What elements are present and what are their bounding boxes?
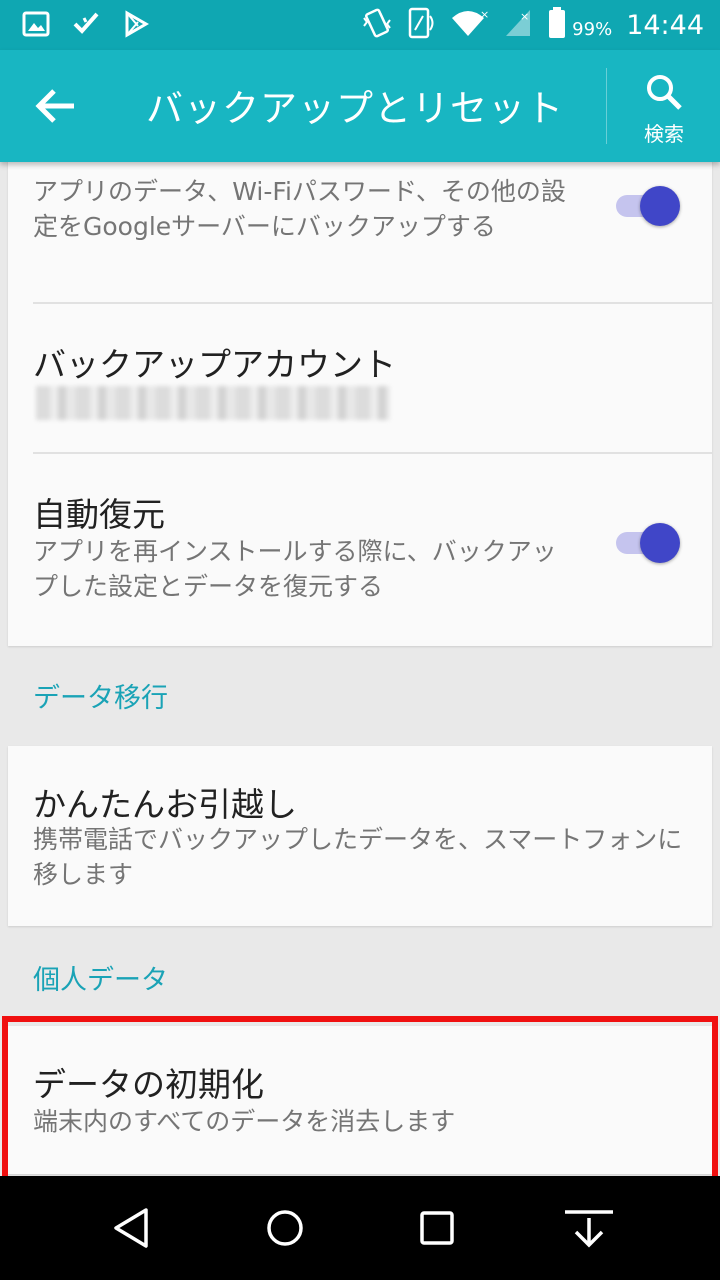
download-check-icon bbox=[72, 10, 100, 42]
rotate-icon bbox=[406, 6, 436, 44]
back-arrow-icon[interactable] bbox=[34, 86, 78, 126]
section-header-data-transfer: データ移行 bbox=[33, 683, 168, 714]
svg-text:×: × bbox=[480, 8, 489, 21]
wifi-icon: × bbox=[450, 6, 490, 44]
auto-restore-toggle[interactable] bbox=[612, 520, 684, 566]
easy-move-subtitle: 携帯電話でバックアップしたデータを、スマートフォンに移します bbox=[33, 825, 683, 889]
easy-move-title: かんたんお引越し bbox=[33, 785, 297, 824]
clock: 14:44 bbox=[626, 9, 704, 41]
data-backup-subtitle: アプリのデータ、Wi-Fiパスワード、その他の設定をGoogleサーバーにバック… bbox=[33, 177, 566, 241]
toggle-thumb bbox=[640, 186, 680, 226]
svg-text:×: × bbox=[520, 10, 529, 23]
data-backup-toggle[interactable] bbox=[612, 183, 684, 229]
vibrate-icon bbox=[362, 6, 392, 44]
toggle-thumb bbox=[640, 523, 680, 563]
navigation-bar bbox=[0, 1176, 720, 1280]
redacted-account-email bbox=[36, 386, 390, 420]
highlight-box bbox=[2, 1016, 718, 1176]
home-circle-icon[interactable] bbox=[260, 1206, 310, 1250]
backup-account-title: バックアップアカウント bbox=[33, 345, 396, 384]
data-backup-item[interactable]: アプリのデータ、Wi-Fiパスワード、その他の設定をGoogleサーバーにバック… bbox=[8, 162, 712, 304]
backup-account-item[interactable]: バックアップアカウント bbox=[8, 304, 712, 454]
back-triangle-icon[interactable] bbox=[108, 1206, 158, 1250]
section-header-personal-data: 個人データ bbox=[33, 965, 168, 996]
backup-card: アプリのデータ、Wi-Fiパスワード、その他の設定をGoogleサーバーにバック… bbox=[8, 162, 712, 646]
battery-percent: 99% bbox=[572, 18, 613, 40]
status-bar: × × 99% 14:44 bbox=[0, 0, 720, 50]
search-icon bbox=[647, 75, 682, 110]
image-icon bbox=[22, 10, 50, 42]
app-bar: バックアップとリセット 検索 bbox=[0, 50, 720, 162]
play-store-icon bbox=[122, 10, 150, 42]
signal-icon: × bbox=[504, 6, 534, 44]
auto-restore-item[interactable]: 自動復元 アプリを再インストールする際に、バックアップした設定とデータを復元する bbox=[8, 454, 712, 646]
search-button[interactable]: 検索 bbox=[612, 72, 716, 152]
recents-square-icon[interactable] bbox=[412, 1206, 462, 1250]
page-title: バックアップとリセット bbox=[146, 87, 564, 130]
settings-list[interactable]: アプリのデータ、Wi-Fiパスワード、その他の設定をGoogleサーバーにバック… bbox=[0, 162, 720, 1176]
hide-keyboard-icon[interactable] bbox=[562, 1206, 616, 1250]
auto-restore-title: 自動復元 bbox=[33, 495, 165, 534]
auto-restore-subtitle: アプリを再インストールする際に、バックアップした設定とデータを復元する bbox=[33, 537, 557, 601]
battery-icon bbox=[548, 6, 566, 44]
search-label: 検索 bbox=[644, 122, 684, 146]
appbar-divider bbox=[606, 68, 607, 144]
easy-move-card[interactable]: かんたんお引越し 携帯電話でバックアップしたデータを、スマートフォンに移します bbox=[8, 746, 712, 926]
